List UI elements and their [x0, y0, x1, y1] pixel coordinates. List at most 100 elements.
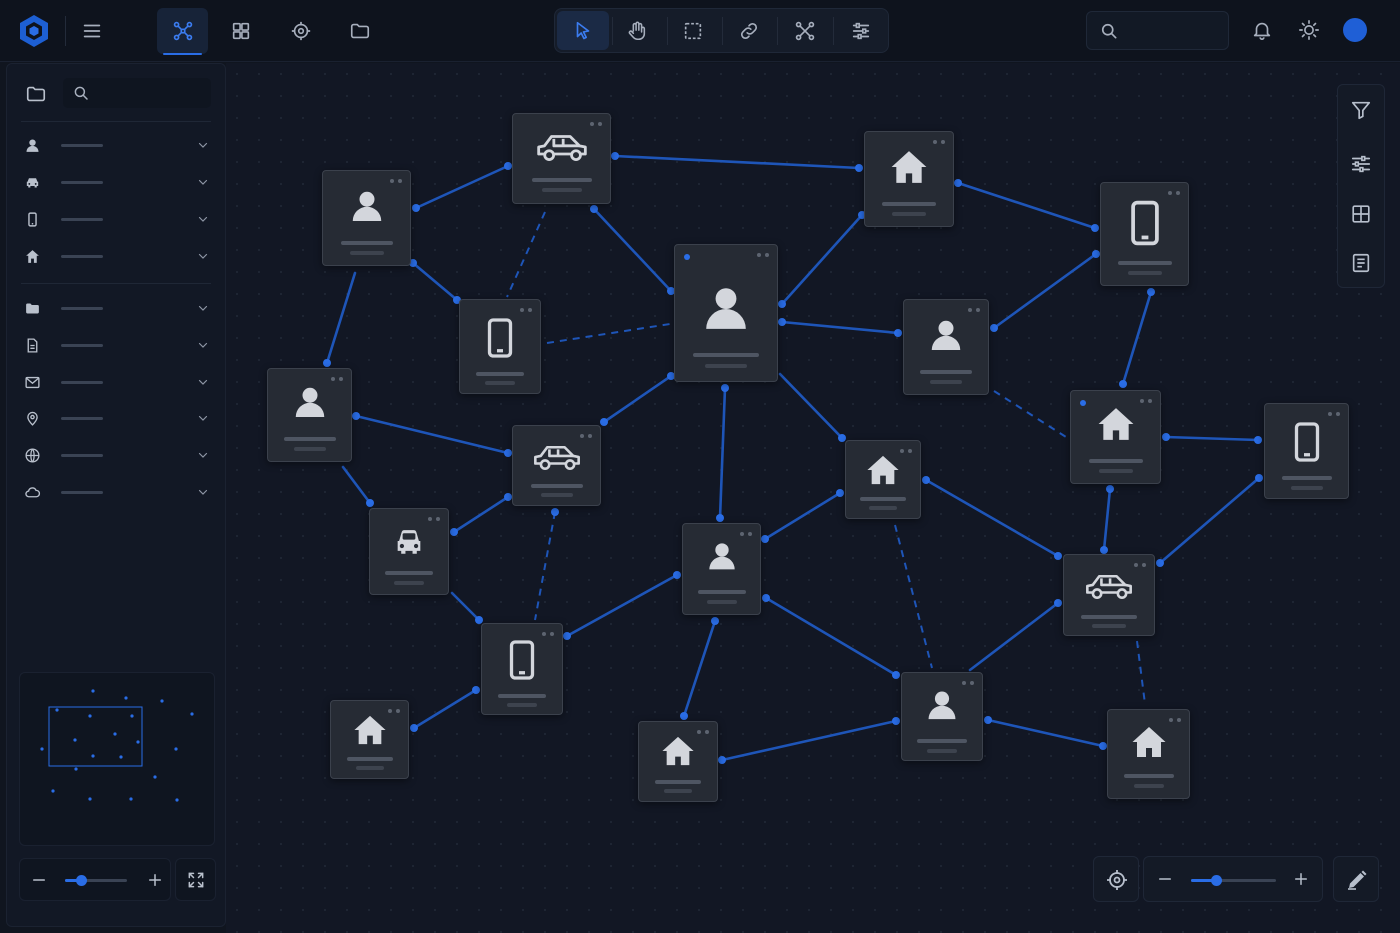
app-logo-icon[interactable]	[14, 12, 54, 50]
grid-view-tab[interactable]	[226, 16, 256, 46]
home-icon	[25, 249, 39, 263]
graph-node-home[interactable]	[864, 131, 954, 227]
minimap[interactable]	[19, 672, 215, 846]
filter-button[interactable]	[1350, 99, 1374, 123]
sidebar-item-label	[61, 217, 103, 221]
sidebar-item-people[interactable]	[21, 130, 211, 160]
marquee-icon	[684, 22, 702, 40]
graph-node-phone[interactable]	[1100, 182, 1189, 286]
sidebar-item-label	[61, 143, 103, 147]
minus-icon[interactable]	[30, 871, 48, 889]
link-tool[interactable]	[735, 17, 763, 45]
global-search[interactable]	[1086, 11, 1229, 50]
notes-button[interactable]	[1350, 252, 1374, 276]
sidebar-item-cloud[interactable]	[21, 477, 211, 507]
graph-node-phone[interactable]	[481, 623, 563, 715]
settings-sliders-button[interactable]	[1350, 153, 1374, 177]
theme-toggle[interactable]	[1295, 16, 1323, 44]
phone-icon	[1294, 422, 1319, 462]
graph-view-tab[interactable]	[157, 8, 208, 55]
sidebar-item-label	[61, 416, 103, 420]
graph-node-car[interactable]	[512, 113, 611, 204]
sidebar-item-label	[61, 490, 103, 494]
select-tool[interactable]	[557, 11, 609, 50]
sidebar-zoom-control	[19, 858, 171, 901]
graph-node-person[interactable]	[903, 299, 989, 395]
graph-node-person-selected[interactable]	[674, 244, 778, 382]
sidebar-item-label	[61, 380, 103, 384]
graph-node-person[interactable]	[901, 672, 983, 761]
person-icon	[25, 138, 39, 152]
person-icon	[928, 691, 956, 720]
app-window	[0, 0, 1400, 933]
graph-node-person[interactable]	[682, 523, 761, 615]
sidebar-item-web[interactable]	[21, 440, 211, 470]
layout-tool[interactable]	[791, 17, 819, 45]
adjust-tool[interactable]	[847, 17, 875, 45]
edit-button[interactable]	[1333, 856, 1379, 902]
graph-node-phone[interactable]	[1264, 403, 1349, 499]
right-tool-panel	[1337, 84, 1385, 288]
document-icon	[27, 337, 37, 353]
sidebar-search[interactable]	[63, 78, 211, 108]
sidebar-item-locations[interactable]	[21, 241, 211, 271]
zoom-in-icon[interactable]	[1292, 870, 1310, 888]
graph-node-home[interactable]	[638, 721, 718, 802]
sidebar-item-label	[61, 254, 103, 258]
hand-icon	[628, 21, 646, 41]
zoom-slider[interactable]	[1191, 875, 1276, 886]
graph-icon	[173, 21, 192, 41]
sidebar-zoom-slider-thumb[interactable]	[76, 875, 87, 886]
layout-grid-button[interactable]	[1350, 203, 1374, 227]
person-icon	[706, 288, 746, 329]
person-icon	[931, 320, 961, 350]
graph-node-person[interactable]	[322, 170, 411, 266]
grid-icon	[1352, 205, 1370, 223]
person-icon	[352, 191, 381, 221]
avatar[interactable]	[1343, 18, 1367, 42]
graph-node-car[interactable]	[512, 425, 601, 506]
zoom-out-icon[interactable]	[1156, 870, 1174, 888]
sidebar-item-devices[interactable]	[21, 204, 211, 234]
sidebar-item-vehicles[interactable]	[21, 167, 211, 197]
global-search-input[interactable]	[1125, 18, 1221, 43]
phone-icon	[509, 640, 535, 680]
car-front-icon	[397, 530, 421, 554]
graph-node-vehicle-front[interactable]	[369, 508, 449, 595]
sidebar-item-label	[61, 453, 103, 457]
plus-icon[interactable]	[146, 871, 164, 889]
graph-node-home[interactable]	[1070, 390, 1161, 484]
graph-node-person[interactable]	[267, 368, 352, 462]
sidebar-search-input[interactable]	[95, 82, 203, 104]
graph-node-phone[interactable]	[459, 299, 541, 394]
zoom-slider-thumb[interactable]	[1211, 875, 1222, 886]
expand-icon	[188, 872, 204, 888]
sidebar-item-places[interactable]	[21, 403, 211, 433]
sidebar-item-documents[interactable]	[21, 330, 211, 360]
folder-view-tab[interactable]	[345, 16, 375, 46]
notes-icon	[1352, 253, 1370, 273]
sidebar-item-messages[interactable]	[21, 367, 211, 397]
marquee-tool[interactable]	[679, 17, 707, 45]
search-icon	[74, 86, 88, 100]
crosshair-icon	[291, 21, 311, 41]
minimap-viewport[interactable]	[48, 706, 143, 767]
pan-tool[interactable]	[623, 17, 651, 45]
graph-node-home[interactable]	[330, 700, 409, 779]
sidebar-item-folders[interactable]	[21, 293, 211, 323]
graph-node-home[interactable]	[845, 440, 921, 519]
graph-node-car[interactable]	[1063, 554, 1155, 636]
folder-icon[interactable]	[25, 83, 47, 105]
car-icon	[1086, 574, 1132, 600]
target-view-tab[interactable]	[286, 16, 316, 46]
chevron-down-icon	[198, 452, 208, 458]
sliders-icon	[1351, 155, 1371, 173]
graph-node-home[interactable]	[1107, 709, 1190, 799]
sliders-icon	[852, 22, 870, 40]
chevron-down-icon	[198, 216, 208, 222]
notifications-button[interactable]	[1248, 16, 1276, 44]
fullscreen-button[interactable]	[175, 858, 216, 901]
sidebar-zoom-slider[interactable]	[65, 875, 127, 886]
recenter-button[interactable]	[1093, 856, 1139, 902]
hamburger-icon[interactable]	[78, 17, 106, 45]
